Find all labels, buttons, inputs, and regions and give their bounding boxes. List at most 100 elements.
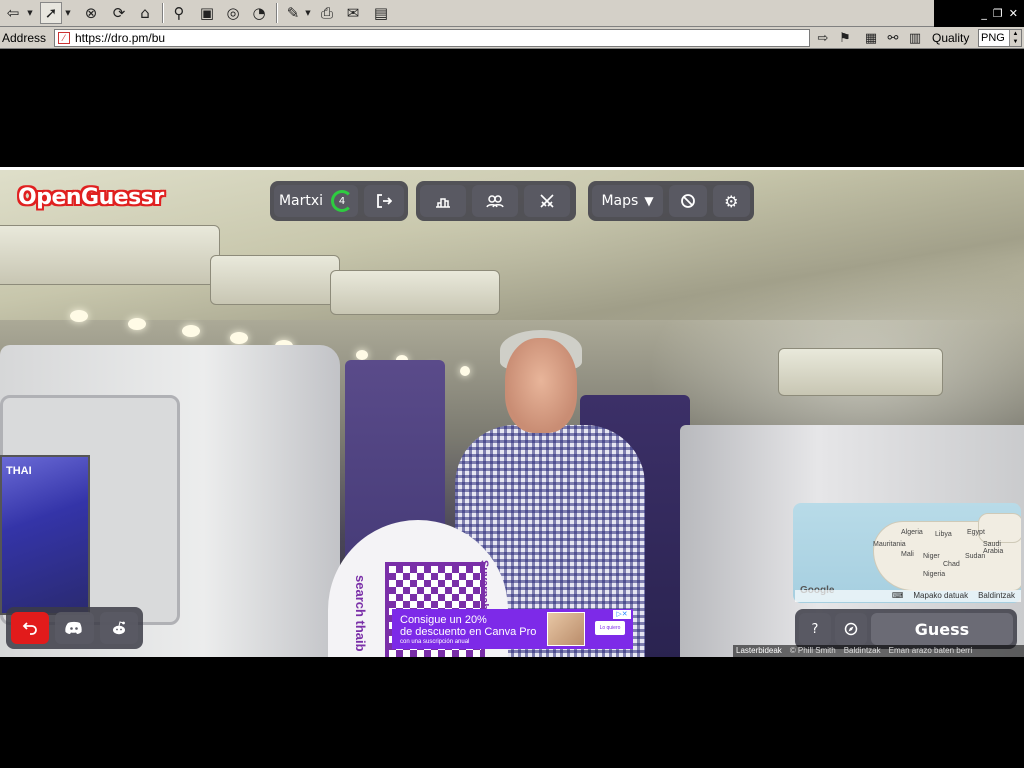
gear-icon: ⚙	[724, 191, 739, 211]
sign-text: search thaib	[353, 575, 368, 652]
leaderboard-button[interactable]	[420, 185, 466, 217]
map-label: Libya	[935, 531, 952, 538]
bottom-left-controls	[6, 607, 143, 649]
back-dropdown-icon[interactable]: ▼	[26, 2, 34, 24]
keyboard-icon[interactable]: ⌨	[892, 590, 904, 602]
ban-icon	[680, 194, 695, 208]
quality-value: PNG	[981, 32, 1005, 44]
cabin-window	[356, 350, 368, 360]
guess-bar: ? Guess	[795, 609, 1017, 649]
reddit-button[interactable]	[99, 612, 138, 644]
restore-icon[interactable]: ❐	[993, 7, 1003, 20]
overhead-bin	[778, 348, 943, 396]
map-label: Saudi Arabia	[983, 541, 1004, 555]
find-icon[interactable]: ⚯	[884, 29, 902, 47]
overhead-bin	[210, 255, 340, 305]
bookmark-icon[interactable]: ⚑	[836, 29, 854, 47]
discord-button[interactable]	[55, 612, 94, 644]
minimap-footer: ⌨ Mapako datuak Baldintzak	[795, 590, 1021, 602]
terms-link[interactable]: Baldintzak	[844, 645, 881, 657]
map-label: Algeria	[901, 529, 923, 536]
save-page-icon[interactable]: ▦	[862, 29, 880, 47]
back-arrow-icon[interactable]: ⇦	[2, 2, 24, 24]
ad-fineprint: con una suscripción anual	[400, 639, 470, 645]
panorama-footer: Lasterbideak © Phill Smith Baldintzak Em…	[733, 645, 1024, 657]
edit-dropdown-icon[interactable]: ▼	[304, 2, 312, 24]
minimize-icon[interactable]: _	[981, 7, 987, 20]
overhead-bin	[330, 270, 500, 315]
browser-toolbar: ⇦ ▼ ➚ ▼ ⊗ ⟳ ⌂ ⚲ ▣ ◎ ◔ ✎ ▼ ⎙ ✉ ▤ _ ❐ ✕	[0, 0, 1024, 27]
cabin-window	[460, 366, 470, 376]
openguessr-logo[interactable]: OpenGuessr	[18, 185, 164, 210]
profile-button[interactable]: Martxi 4	[274, 185, 358, 217]
toolbar-separator	[276, 3, 278, 23]
url-input[interactable]: ⁄ https://dro.pm/bu	[54, 29, 810, 47]
channels-icon[interactable]: ◎	[222, 2, 244, 24]
arabia-landmass	[978, 513, 1021, 543]
guess-label: Guess	[914, 619, 970, 639]
sign-text: Suvarnab	[478, 560, 490, 611]
maps-dropdown[interactable]: Maps ▼	[592, 185, 664, 217]
logout-icon	[377, 194, 392, 208]
pointer-dropdown-icon[interactable]: ▼	[64, 2, 72, 24]
help-button[interactable]: ?	[799, 613, 831, 645]
person-face	[505, 338, 577, 433]
podium-icon	[436, 198, 450, 208]
quality-spinner-icon[interactable]: ▲ ▼	[1009, 30, 1021, 46]
compass-button[interactable]	[835, 613, 867, 645]
ad-photo	[547, 612, 585, 646]
logout-button[interactable]	[364, 185, 404, 217]
map-label: Mauritania	[873, 541, 906, 548]
page-icon: ⁄	[58, 32, 70, 44]
map-label: Mali	[901, 551, 914, 558]
quality-select[interactable]: PNG ▲ ▼	[978, 29, 1022, 47]
history-icon[interactable]: ◔	[248, 2, 270, 24]
address-label: Address	[2, 31, 47, 45]
cabin-window	[230, 332, 248, 344]
map-label: Chad	[943, 561, 960, 568]
multiplayer-button[interactable]	[472, 185, 518, 217]
map-data-link[interactable]: Mapako datuak	[913, 590, 968, 602]
window-controls: _ ❐ ✕	[934, 0, 1024, 27]
cabin-window	[70, 310, 88, 322]
mail-icon[interactable]: ✉	[342, 2, 364, 24]
stop-icon[interactable]: ⊗	[80, 2, 102, 24]
restrictions-button[interactable]	[669, 185, 707, 217]
settings-button[interactable]: ⚙	[712, 185, 750, 217]
settings-group: Maps ▼ ⚙	[588, 181, 754, 221]
map-label: Nigeria	[923, 571, 946, 578]
cabin-window	[182, 325, 200, 337]
seat-screen: THAI	[0, 455, 90, 615]
clipboard-icon[interactable]: ▥	[906, 29, 924, 47]
reddit-icon	[112, 621, 125, 635]
search-icon[interactable]: ⚲	[168, 2, 190, 24]
player-group: Martxi 4	[270, 181, 408, 221]
report-link[interactable]: Eman arazo baten berri	[889, 645, 973, 657]
url-text: https://dro.pm/bu	[75, 31, 166, 45]
ad-headline: Consigue un 20%	[400, 614, 487, 626]
favorites-icon[interactable]: ▣	[196, 2, 218, 24]
pointer-arrow-icon[interactable]: ➚	[40, 2, 62, 24]
mode-group	[416, 181, 576, 221]
maps-label: Maps	[601, 193, 639, 209]
document-icon[interactable]: ▤	[370, 2, 392, 24]
guess-button[interactable]: Guess	[871, 613, 1013, 645]
player-name: Martxi	[278, 193, 324, 209]
compass-icon	[844, 622, 858, 636]
battle-button[interactable]	[524, 185, 570, 217]
shortcuts-link[interactable]: Lasterbideak	[736, 645, 782, 657]
print-icon[interactable]: ⎙	[316, 2, 338, 24]
ad-cta-button[interactable]: Lo quiero	[595, 621, 625, 635]
map-terms-link[interactable]: Baldintzak	[978, 590, 1015, 602]
users-icon	[486, 195, 504, 208]
close-icon[interactable]: ✕	[1009, 7, 1018, 20]
go-arrow-icon[interactable]: ⇨	[814, 29, 832, 47]
ad-close-icon[interactable]: ▷✕	[613, 610, 631, 619]
reload-icon[interactable]: ⟳	[108, 2, 130, 24]
canva-ad-banner[interactable]: Consigue un 20% de descuento en Canva Pr…	[392, 609, 633, 649]
return-button[interactable]	[11, 612, 50, 644]
edit-icon[interactable]: ✎	[282, 2, 304, 24]
home-icon[interactable]: ⌂	[134, 2, 156, 24]
ad-subheadline: de descuento en Canva Pro	[400, 626, 537, 638]
swords-icon	[540, 194, 554, 208]
